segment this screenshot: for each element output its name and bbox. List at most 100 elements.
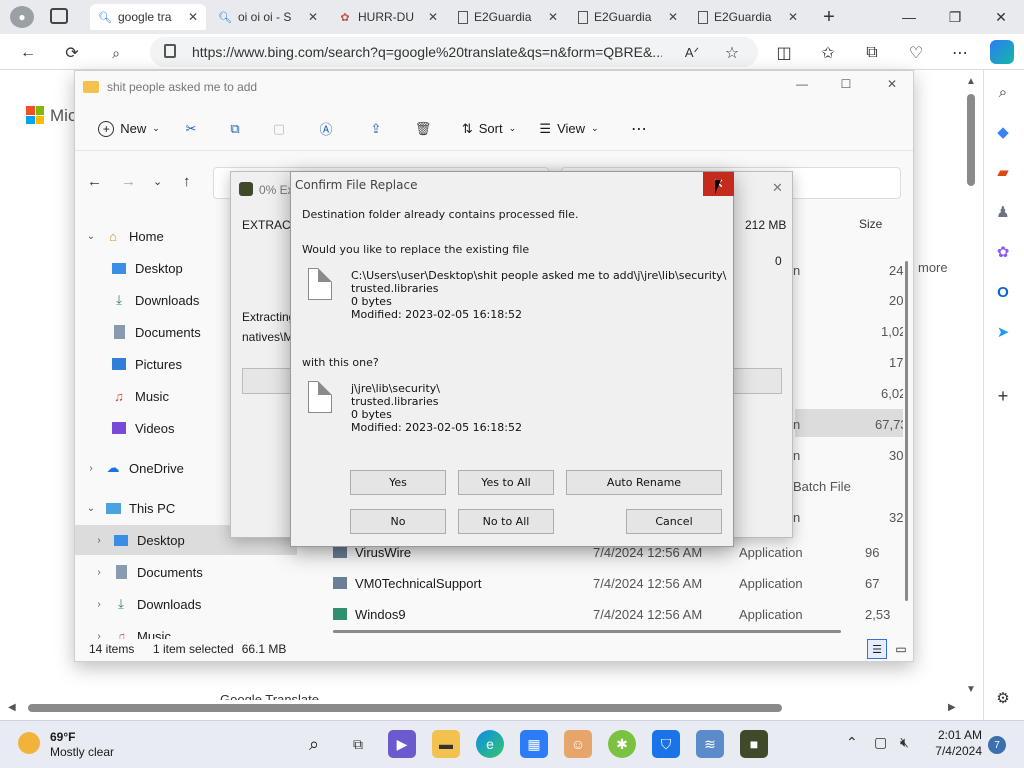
telegram-icon[interactable]: ➤ [991, 320, 1015, 344]
cancel-button[interactable]: Cancel [626, 509, 722, 534]
weather-widget[interactable]: 69°F Mostly clear [16, 728, 126, 764]
rename-icon[interactable]: Ⓐ [301, 113, 351, 145]
tab-e2guardian-2[interactable]: E2Guardia ✕ [570, 4, 686, 30]
share-icon[interactable]: ⇪ [351, 113, 401, 145]
view-button[interactable]: ☰ View ⌄ [529, 113, 609, 145]
network-icon[interactable]: ▢ [874, 734, 887, 751]
tab-e2guardian-3[interactable]: E2Guardia ✕ [690, 4, 806, 30]
scroll-left-icon[interactable]: ◀ [8, 702, 16, 713]
read-aloud-icon[interactable]: Aᐟ [680, 42, 704, 64]
settings-gear-icon[interactable]: ⚙ [991, 686, 1015, 710]
file-explorer-icon[interactable]: ▬ [432, 730, 460, 758]
more-options-icon[interactable]: ⋯ [619, 113, 659, 145]
address-input[interactable]: https://www.bing.com/search?q=google%20t… [150, 37, 758, 67]
close-tab-icon[interactable]: ✕ [308, 10, 318, 24]
close-explorer-button[interactable]: ✕ [877, 77, 907, 97]
refresh-icon[interactable]: ⟳ [60, 42, 84, 64]
tech-support-app-icon[interactable]: ☺ [564, 730, 592, 758]
teams-meet-icon[interactable]: ▶ [388, 730, 416, 758]
file-list-vertical-scrollbar[interactable] [905, 261, 908, 601]
restore-browser-button[interactable]: ❐ [932, 0, 978, 34]
notification-badge[interactable]: 7 [988, 736, 1006, 754]
taskbar-search-icon[interactable]: ⌕ [300, 730, 328, 758]
page-horizontal-scrollbar[interactable] [28, 704, 782, 712]
tree-item-pc-documents[interactable]: › Documents [75, 557, 297, 587]
up-icon[interactable]: ↑ [183, 173, 191, 190]
task-view-icon[interactable]: ⧉ [344, 730, 372, 758]
close-tab-icon[interactable]: ✕ [548, 10, 558, 24]
new-tab-button[interactable]: + [816, 5, 842, 29]
confirm-message: Destination folder already contains proc… [302, 208, 579, 221]
search-icon[interactable]: ⌕ [104, 42, 128, 64]
maximize-explorer-button[interactable]: ☐ [831, 77, 861, 97]
scroll-right-icon[interactable]: ▶ [948, 702, 956, 713]
yes-button[interactable]: Yes [350, 470, 446, 495]
volume-muted-icon[interactable]: 🔇︎ [900, 734, 909, 751]
extract-close-icon[interactable]: ✕ [772, 180, 783, 196]
show-hidden-icons-chevron[interactable]: ⌃ [846, 734, 858, 751]
cloud-icon: ☁ [106, 460, 120, 475]
copilot-icon[interactable] [990, 40, 1014, 64]
forward-icon[interactable]: → [121, 173, 136, 190]
yes-to-all-button[interactable]: Yes to All [458, 470, 554, 495]
defender-shield-icon[interactable]: ⛉ [652, 730, 680, 758]
edge-browser-icon[interactable]: e [476, 730, 504, 758]
cut-icon[interactable]: ✂ [169, 113, 213, 145]
collections-icon[interactable]: ⧉ [860, 42, 884, 64]
tools-icon[interactable]: ▰ [991, 160, 1015, 184]
recent-locations-icon[interactable]: ⌄ [153, 175, 162, 188]
archiver-app-icon[interactable]: ■ [740, 730, 768, 758]
partial-row-size: 17 [889, 355, 903, 370]
minimize-browser-button[interactable]: — [886, 0, 932, 34]
paste-icon[interactable]: ▢ [257, 113, 301, 145]
search-icon[interactable]: ⌕ [991, 80, 1015, 104]
file-row[interactable]: Windos9 7/4/2024 12:56 AM Application 2,… [333, 599, 903, 629]
browser-essentials-icon[interactable]: ♡ [904, 42, 928, 64]
back-icon[interactable]: ← [16, 42, 40, 64]
close-browser-button[interactable]: ✕ [978, 0, 1024, 34]
file-row[interactable]: VM0TechnicalSupport 7/4/2024 12:56 AM Ap… [333, 568, 903, 598]
file-list-horizontal-scrollbar[interactable] [333, 630, 841, 633]
back-icon[interactable]: ← [87, 173, 102, 190]
start-windows-icon[interactable] [256, 730, 284, 758]
minimize-explorer-button[interactable]: — [787, 77, 817, 97]
tiles-view-icon[interactable]: ▭ [891, 639, 911, 659]
close-tab-icon[interactable]: ✕ [668, 10, 678, 24]
auto-rename-button[interactable]: Auto Rename [566, 470, 722, 495]
store-icon[interactable]: ▦ [520, 730, 548, 758]
close-tab-icon[interactable]: ✕ [188, 10, 198, 24]
monitor-app-icon[interactable]: ≋ [696, 730, 724, 758]
tree-item-pc-downloads[interactable]: › ⤓ Downloads [75, 589, 297, 619]
tab-e2guardian-1[interactable]: E2Guardia ✕ [450, 4, 566, 30]
page-vertical-scrollbar[interactable] [967, 94, 975, 186]
close-tab-icon[interactable]: ✕ [788, 10, 798, 24]
shopping-tag-icon[interactable]: ◆ [991, 120, 1015, 144]
details-view-icon[interactable]: ☰ [867, 639, 887, 659]
clock[interactable]: 2:01 AM 7/4/2024 [926, 728, 982, 758]
tab-actions-icon[interactable] [50, 8, 68, 24]
scroll-down-icon[interactable]: ▼ [966, 684, 976, 695]
microsoft365-icon[interactable]: ✿ [991, 240, 1015, 264]
delete-icon[interactable]: 🗑︎ [401, 113, 445, 145]
see-more-link[interactable]: more [918, 260, 948, 275]
no-button[interactable]: No [350, 509, 446, 534]
outlook-icon[interactable]: O [991, 280, 1015, 304]
profile-avatar[interactable]: ● [10, 6, 34, 28]
favorites-icon[interactable]: ✩ [816, 42, 840, 64]
tab-google-translate[interactable]: 🔍︎ google tra ✕ [90, 4, 206, 30]
no-to-all-button[interactable]: No to All [458, 509, 554, 534]
more-options-icon[interactable]: ⋯ [948, 42, 972, 64]
split-screen-icon[interactable]: ◫ [772, 42, 796, 64]
copy-icon[interactable]: ⧉ [213, 113, 257, 145]
green-app-icon[interactable]: ✱ [608, 730, 636, 758]
scroll-up-icon[interactable]: ▲ [966, 76, 976, 87]
favorite-star-icon[interactable]: ☆ [720, 42, 744, 64]
sort-button[interactable]: ⇅ Sort ⌄ [449, 113, 529, 145]
add-sidebar-icon[interactable]: + [991, 384, 1015, 408]
close-tab-icon[interactable]: ✕ [428, 10, 438, 24]
sort-icon: ⇅ [461, 120, 473, 136]
new-button[interactable]: + New ⌄ [89, 113, 169, 145]
tab-oi-oi-oi[interactable]: 🔍︎ oi oi oi - S ✕ [210, 4, 326, 30]
games-icon[interactable]: ♟ [991, 200, 1015, 224]
tab-hurr-du[interactable]: ✿ HURR-DU ✕ [330, 4, 446, 30]
